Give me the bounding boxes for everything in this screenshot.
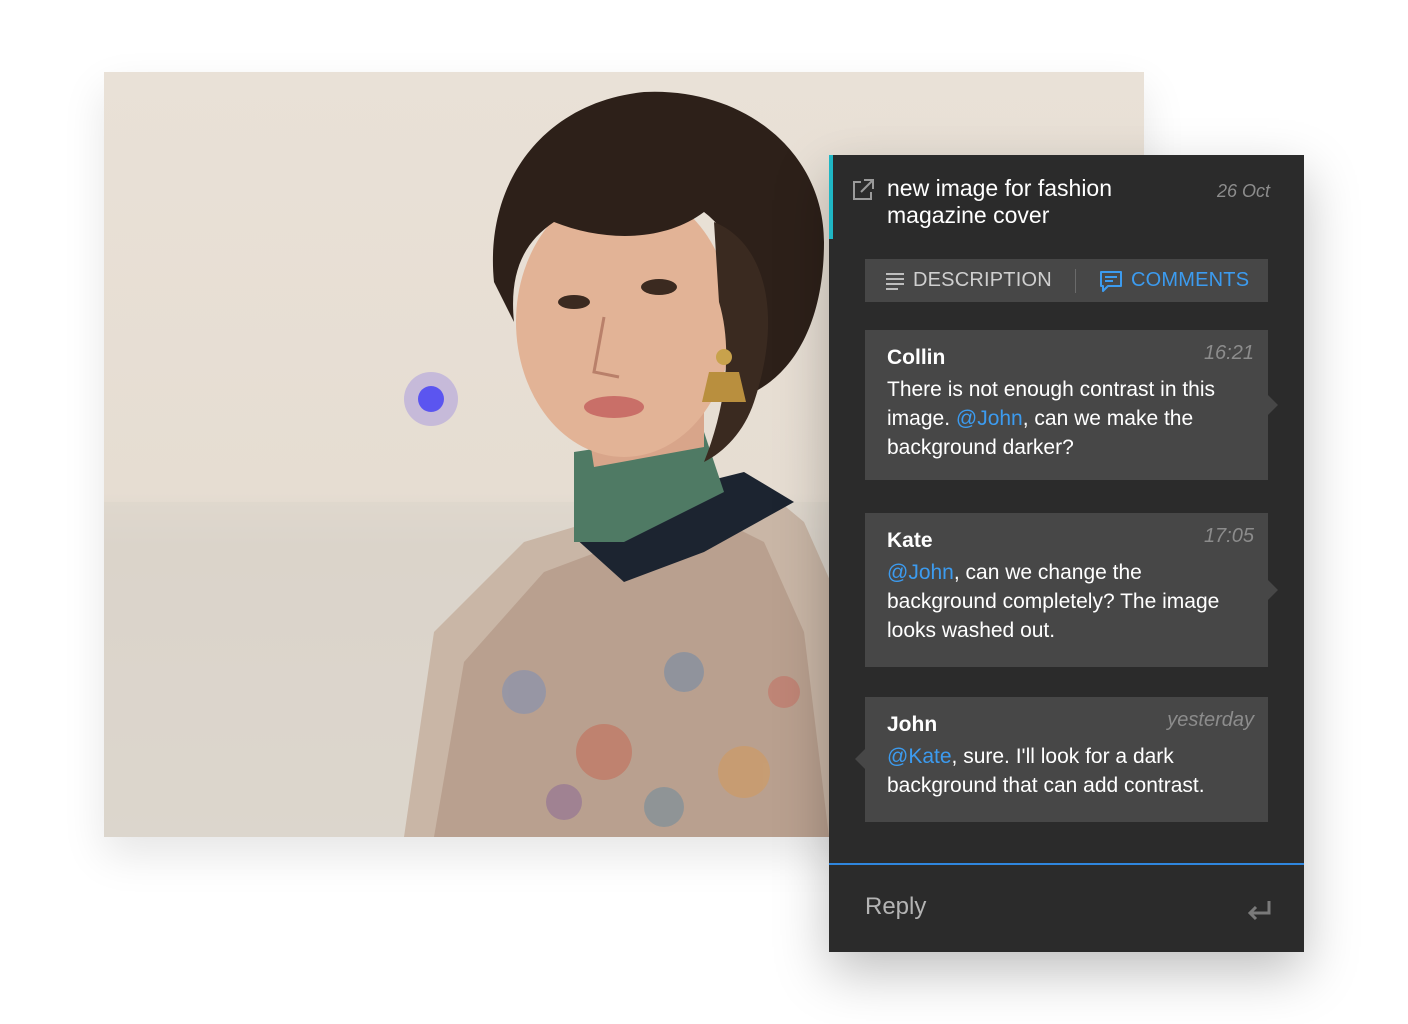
annotation-pin-dot: [418, 386, 444, 412]
comment-card: John yesterday @Kate, sure. I'll look fo…: [855, 697, 1268, 822]
comment-author: Kate: [887, 529, 933, 552]
comment-panel: new image for fashion magazine cover 26 …: [829, 155, 1304, 952]
tab-comments[interactable]: COMMENTS: [1099, 259, 1249, 302]
mention-link[interactable]: @John: [956, 407, 1023, 430]
tab-comments-label: COMMENTS: [1131, 269, 1250, 291]
comment-body: There is not enough contrast in this ima…: [887, 375, 1246, 462]
mention-link[interactable]: @John: [887, 561, 954, 584]
comment-pointer: [1268, 580, 1278, 600]
comment-author: Collin: [887, 346, 946, 369]
comment-pointer: [855, 749, 865, 769]
comment-icon: [1100, 270, 1122, 292]
comment-body: @Kate, sure. I'll look for a dark backgr…: [887, 742, 1246, 800]
tab-bar: DESCRIPTION COMMENTS: [865, 259, 1268, 302]
comment-pointer: [1268, 395, 1278, 415]
reply-bar: [829, 863, 1304, 952]
comment-card: Collin 16:21 There is not enough contras…: [865, 330, 1278, 480]
mention-link[interactable]: @Kate: [887, 745, 952, 768]
canvas: new image for fashion magazine cover 26 …: [0, 0, 1408, 1024]
comment-time: 16:21: [1203, 342, 1254, 364]
card-date: 26 Oct: [1216, 181, 1270, 201]
tab-description[interactable]: DESCRIPTION: [885, 259, 1052, 302]
card-title: new image for fashion magazine cover: [887, 175, 1113, 228]
comment-card: Kate 17:05 @John, can we change the back…: [865, 513, 1278, 667]
tab-divider: [1075, 269, 1076, 293]
external-link-icon[interactable]: [850, 177, 876, 203]
annotation-pin[interactable]: [404, 372, 458, 426]
enter-icon[interactable]: [1246, 897, 1274, 925]
tab-description-label: DESCRIPTION: [913, 269, 1052, 291]
reply-input[interactable]: [863, 885, 1223, 929]
comment-time: yesterday: [1167, 709, 1254, 731]
comment-body: @John, can we change the background comp…: [887, 558, 1246, 645]
panel-header: new image for fashion magazine cover 26 …: [829, 155, 1304, 239]
comment-time: 17:05: [1203, 525, 1254, 547]
lines-icon: [886, 272, 904, 290]
